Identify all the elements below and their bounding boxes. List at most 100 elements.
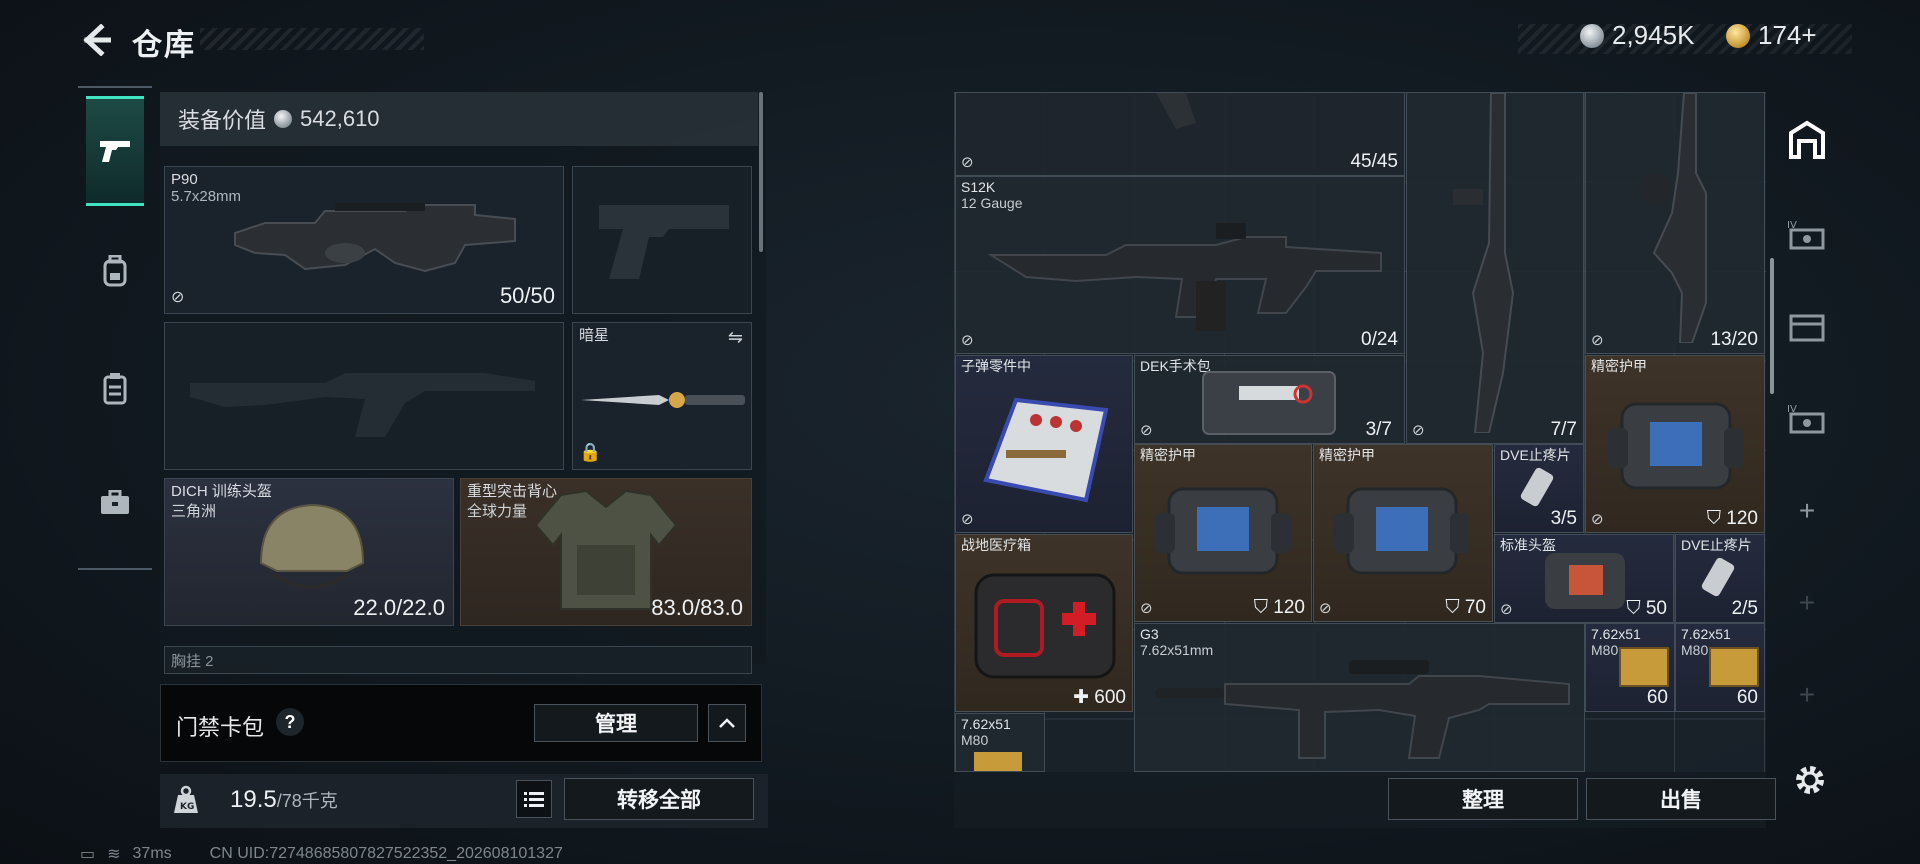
storage-tab-2[interactable]: IV	[1782, 210, 1832, 260]
item-dve-painkiller[interactable]: DVE止疼片 2/5	[1675, 534, 1765, 623]
item-field-medkit[interactable]: 战地医疗箱 ✚ 600	[955, 534, 1133, 712]
plus-icon[interactable]: +	[1782, 670, 1832, 720]
vest-icon	[103, 373, 127, 405]
chevron-up-icon[interactable]	[708, 704, 746, 742]
shield-icon: ⛉	[1445, 597, 1460, 618]
svg-text:KG: KG	[180, 802, 194, 812]
no-insure-icon: ⊘	[1591, 332, 1604, 349]
item-ammo-box[interactable]: 7.62x51 M80 60	[1585, 623, 1675, 712]
swap-icon[interactable]: ⇋	[728, 327, 743, 348]
loadout-nav	[78, 86, 152, 570]
slot-secondary-weapon[interactable]	[572, 166, 752, 314]
item-value: 2/5	[1731, 598, 1758, 619]
slot-primary-weapon[interactable]: P90 5.7x28mm ⊘ 50/50	[164, 166, 564, 314]
weight-max: /78千克	[276, 791, 338, 811]
plus-icon[interactable]: +	[1782, 486, 1832, 536]
item-precision-armor[interactable]: 精密护甲 ⊘ ⛉ 120	[1585, 355, 1765, 533]
transfer-all-button[interactable]: 转移全部	[564, 778, 754, 820]
item-name: 7.62x51	[1681, 626, 1731, 642]
item-magazine[interactable]: ⊘ 45/45	[955, 92, 1405, 176]
plus-icon[interactable]: +	[1782, 578, 1832, 628]
list-icon[interactable]	[516, 780, 552, 818]
item-sub: M80	[1591, 642, 1619, 658]
item-precision-armor[interactable]: 精密护甲 ⊘ ⛉ 70	[1313, 444, 1493, 622]
battery-icon: ▭	[80, 846, 96, 863]
nav-rig[interactable]	[86, 334, 144, 444]
magazine-image	[1156, 93, 1196, 129]
sort-button[interactable]: 整理	[1388, 778, 1578, 820]
slot-armor[interactable]: 重型突击背心 全球力量 83.0/83.0	[460, 478, 752, 626]
helmet-image	[259, 503, 365, 589]
silver-coin-icon	[274, 110, 293, 128]
no-insure-icon: ⊘	[1412, 422, 1425, 439]
item-value: 60	[1646, 687, 1668, 708]
pistol-icon	[100, 141, 130, 162]
item-name: S12K	[961, 179, 996, 195]
item-ammo-parts[interactable]: 子弹零件中 ⊘	[955, 355, 1133, 533]
uid-text: CN UID:72748685807827522352_202608101327	[209, 845, 563, 862]
item-value: ⛉ 50	[1626, 598, 1667, 619]
vertical-rifle-image	[1640, 93, 1707, 343]
slot-chest-rig[interactable]: 胸挂 2	[164, 646, 752, 674]
item-value: ⛉ 70	[1445, 597, 1486, 618]
item-name: 战地医疗箱	[961, 537, 1031, 553]
item-vertical-rifle[interactable]: ⊘ 13/20	[1585, 92, 1765, 354]
item-ammo-box[interactable]: 7.62x51 M80	[955, 713, 1045, 772]
plus-icon: ✚	[1073, 687, 1090, 708]
item-dve-painkiller[interactable]: DVE止疼片 3/5	[1494, 444, 1584, 533]
slot-rifle[interactable]	[164, 322, 564, 470]
storage-tab-3[interactable]	[1782, 302, 1832, 352]
item-sub: 12 Gauge	[961, 195, 1023, 211]
armor-case-image	[1334, 487, 1470, 575]
silver-amount: 2,945K	[1612, 20, 1695, 50]
item-precision-armor[interactable]: 精密护甲 ⊘ ⛉ 120	[1134, 444, 1312, 622]
nav-case[interactable]	[86, 448, 144, 558]
storage-tab-4[interactable]: IV	[1782, 394, 1832, 444]
no-insure-icon: ⊘	[1319, 600, 1332, 617]
warehouse-icon	[1789, 120, 1825, 159]
pistol-silhouette-icon	[599, 205, 729, 279]
warehouse-tab[interactable]	[1782, 114, 1832, 164]
sell-button[interactable]: 出售	[1586, 778, 1776, 820]
ammo-box-image	[1619, 647, 1669, 687]
item-g3[interactable]: G3 7.62x51mm	[1134, 623, 1585, 772]
shotgun-image	[987, 223, 1382, 331]
weight-readout: 19.5/78千克	[230, 786, 338, 814]
item-ammo-box[interactable]: 7.62x51 M80 60	[1675, 623, 1765, 712]
status-bar: ▭ ≋ 37ms CN UID:72748685807827522352_202…	[80, 844, 563, 864]
nav-backpack[interactable]	[86, 216, 144, 326]
nav-weapons[interactable]	[86, 96, 144, 206]
title-decoration	[200, 28, 424, 50]
helmet-brand: 三角洲	[171, 503, 217, 520]
no-insure-icon: ⊘	[171, 289, 185, 306]
settings-gear-icon[interactable]	[1790, 760, 1830, 800]
slot-helmet[interactable]: DICH 训练头盔 三角洲 22.0/22.0	[164, 478, 454, 626]
container-iv-icon: IV	[1787, 404, 1825, 434]
parts-box-image	[983, 397, 1109, 503]
item-standard-helmet[interactable]: 标准头盔 ⊘ ⛉ 50	[1494, 534, 1674, 623]
slot-melee[interactable]: 暗星 ⇋ 🔒	[572, 322, 752, 470]
item-name: 7.62x51	[1591, 626, 1641, 642]
ammo-box-image	[974, 752, 1022, 771]
armor-case-image	[1608, 402, 1744, 490]
no-insure-icon: ⊘	[961, 154, 974, 171]
gold-currency[interactable]: 174+	[1726, 20, 1817, 51]
backpack-icon	[103, 255, 127, 287]
item-sub: M80	[1681, 642, 1709, 658]
manage-button[interactable]: 管理	[534, 704, 698, 742]
item-name: 子弹零件中	[961, 358, 1031, 374]
medkit-image	[974, 573, 1116, 679]
back-button[interactable]	[78, 22, 114, 58]
item-vertical-shotgun[interactable]: ⊘ 7/7	[1406, 92, 1584, 444]
help-icon[interactable]: ?	[276, 708, 304, 736]
item-value: 45/45	[1350, 151, 1398, 172]
item-value: ✚ 600	[1073, 687, 1126, 708]
armor-durability: 83.0/83.0	[651, 595, 743, 620]
shield-icon: ⛉	[1253, 597, 1269, 618]
item-name: 精密护甲	[1319, 447, 1375, 463]
silver-currency: 2,945K	[1580, 20, 1694, 51]
storage-scrollbar[interactable]	[1770, 258, 1774, 394]
item-s12k[interactable]: S12K 12 Gauge ⊘ 0/24	[955, 176, 1405, 354]
loadout-scrollbar[interactable]	[759, 92, 763, 252]
item-dek-kit[interactable]: DEK手术包 ⊘ 3/7	[1134, 355, 1405, 444]
